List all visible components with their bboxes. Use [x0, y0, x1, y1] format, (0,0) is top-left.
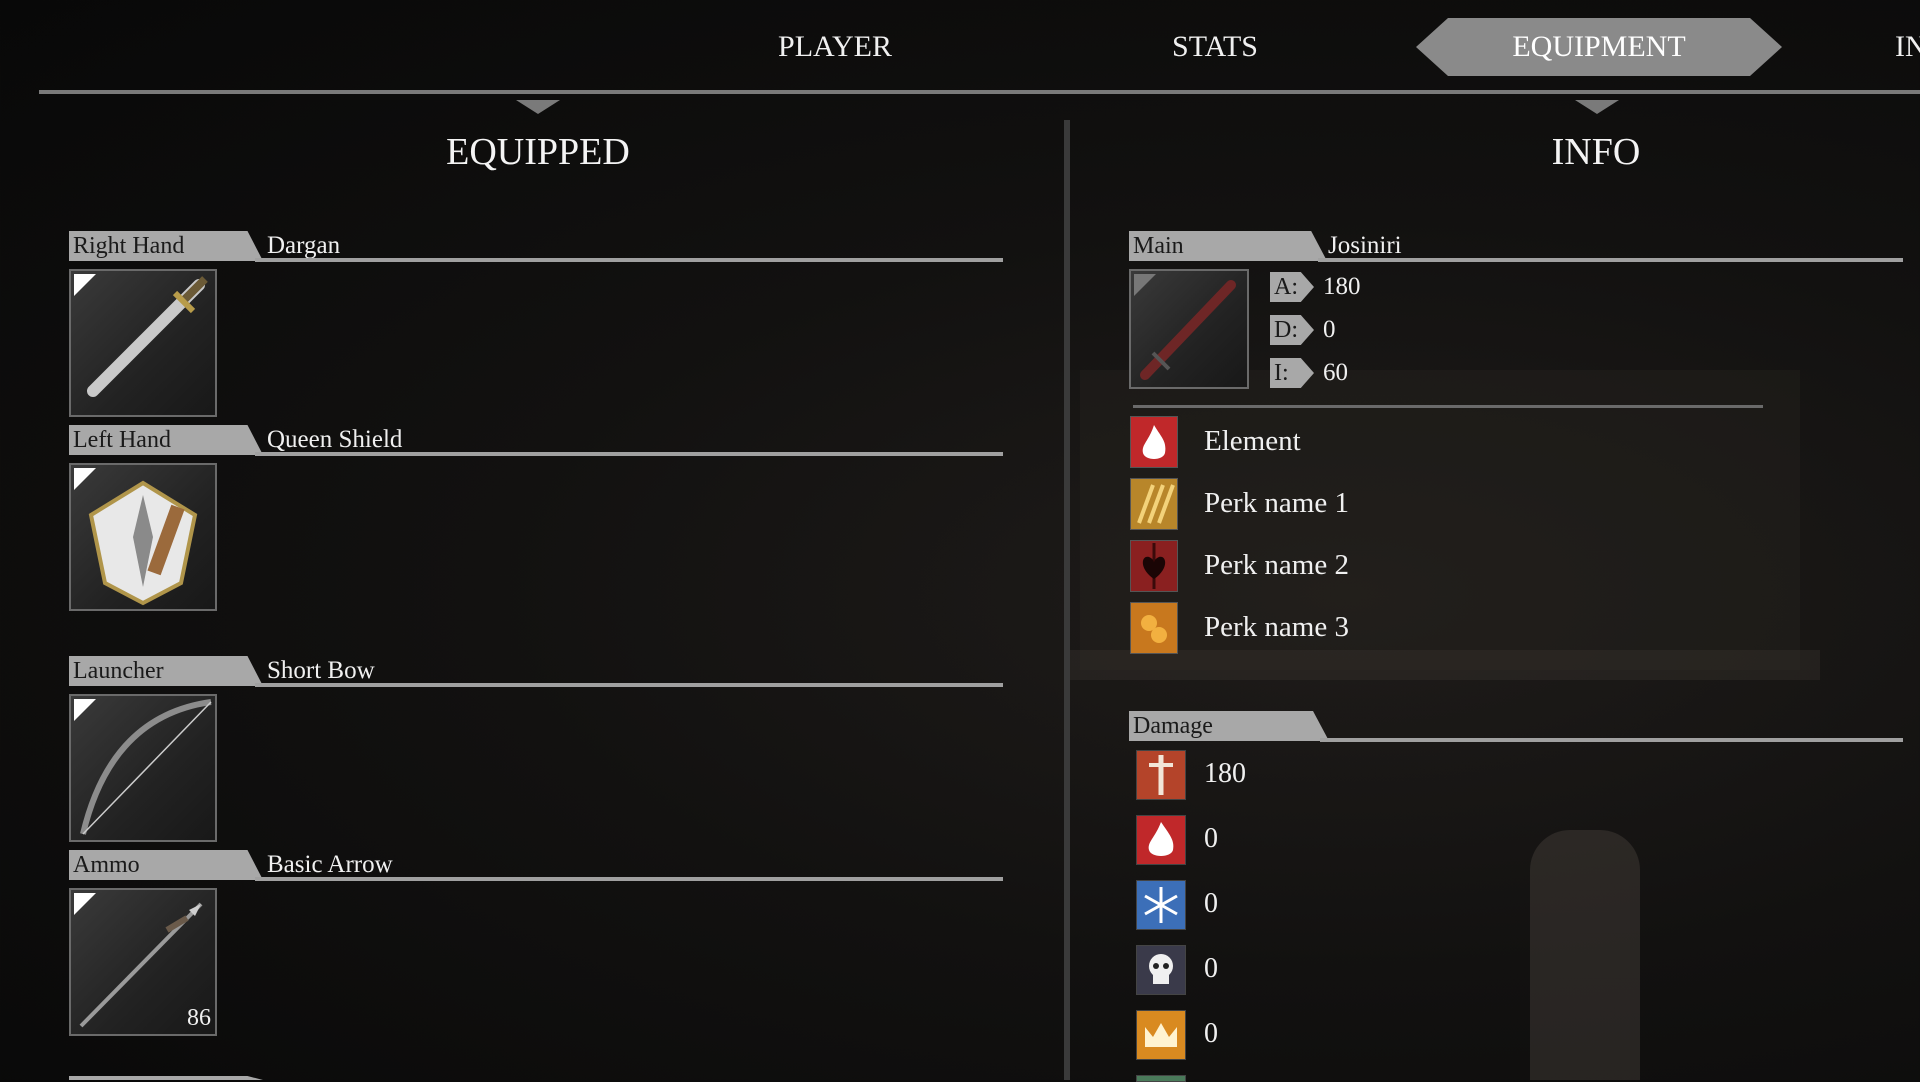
- tab-player[interactable]: PLAYER: [740, 18, 930, 76]
- physical-sword-icon: [1136, 750, 1186, 800]
- slot-label-left-hand: Left Hand: [69, 425, 263, 455]
- slot-name-left-hand: Queen Shield: [267, 426, 403, 453]
- katana-icon: [1140, 280, 1236, 380]
- triple-blades-icon: [1130, 478, 1178, 530]
- info-item-name: Josiniri: [1328, 232, 1402, 259]
- slot-ammo[interactable]: 86: [69, 888, 217, 1036]
- info-title: INFO: [1551, 131, 1641, 173]
- perk-label: Perk name 3: [1204, 611, 1349, 643]
- slot-launcher[interactable]: [69, 694, 217, 842]
- slot-name-ammo: Basic Arrow: [267, 851, 393, 878]
- damage-value: 0: [1204, 953, 1218, 984]
- stat-value-i: 60: [1323, 359, 1348, 386]
- stat-tag-defense: D:: [1270, 315, 1314, 345]
- damage-value: 180: [1204, 758, 1246, 789]
- info-item-slot[interactable]: [1129, 269, 1249, 389]
- next-damage-icon: [1136, 1075, 1186, 1082]
- fire-element-icon: [1130, 416, 1178, 468]
- info-separator: [1133, 405, 1763, 408]
- shield-icon: [88, 480, 198, 606]
- background-wall: [1080, 370, 1800, 670]
- info-main-label: Main: [1129, 231, 1327, 261]
- fire-icon: [1136, 815, 1186, 865]
- slot-line: [255, 452, 1003, 456]
- slot-left-hand[interactable]: [69, 463, 217, 611]
- perk-label: Element: [1204, 425, 1301, 457]
- equipped-caret: [516, 100, 560, 114]
- damage-value: 0: [1204, 888, 1218, 919]
- background-character: [1530, 830, 1640, 1080]
- sword-icon: [87, 276, 208, 397]
- slot-label-launcher: Launcher: [69, 656, 263, 686]
- ammo-count: 86: [187, 1005, 211, 1031]
- slot-label-next: [69, 1076, 263, 1080]
- slot-label-ammo: Ammo: [69, 850, 263, 880]
- tab-stats[interactable]: STATS: [1120, 18, 1310, 76]
- slot-right-hand[interactable]: [69, 269, 217, 417]
- bleed-heart-icon: [1130, 540, 1178, 592]
- frost-icon: [1136, 880, 1186, 930]
- stat-value-attack: 180: [1323, 273, 1361, 300]
- poison-skull-icon: [1136, 945, 1186, 995]
- equipped-title: EQUIPPED: [446, 131, 630, 173]
- stat-tag-attack: A:: [1270, 272, 1314, 302]
- slot-label-right-hand: Right Hand: [69, 231, 263, 261]
- bow-icon: [80, 699, 212, 835]
- perk-label: Perk name 2: [1204, 549, 1349, 581]
- panel-divider: [1064, 120, 1070, 1080]
- stat-value-defense: 0: [1323, 316, 1336, 343]
- damage-label: Damage: [1129, 711, 1329, 741]
- slot-name-right-hand: Dargan: [267, 232, 341, 259]
- background-beam: [1070, 650, 1820, 680]
- slot-line: [255, 683, 1003, 687]
- coins-icon: [1130, 602, 1178, 654]
- damage-line: [1320, 738, 1903, 742]
- tab-inventory[interactable]: IN: [1895, 18, 1920, 76]
- info-caret: [1575, 100, 1619, 114]
- holy-crown-icon: [1136, 1010, 1186, 1060]
- damage-value: 0: [1204, 1018, 1218, 1049]
- perk-label: Perk name 1: [1204, 487, 1349, 519]
- nav-divider: [39, 90, 1920, 94]
- slot-line: [255, 877, 1003, 881]
- info-line: [1318, 258, 1903, 262]
- tab-equipment[interactable]: EQUIPMENT: [1416, 18, 1782, 76]
- slot-name-launcher: Short Bow: [267, 657, 375, 684]
- slot-line: [255, 258, 1003, 262]
- damage-value: 0: [1204, 823, 1218, 854]
